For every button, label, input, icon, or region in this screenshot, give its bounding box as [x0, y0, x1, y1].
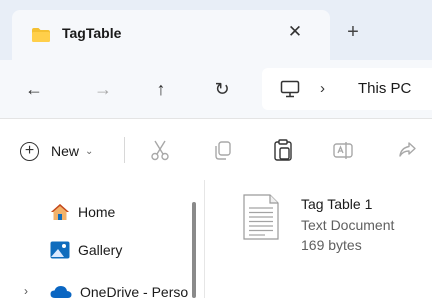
sidebar-item-home[interactable]: Home	[50, 200, 115, 224]
sidebar-item-label: Gallery	[78, 242, 123, 258]
up-button[interactable]: ↑	[150, 78, 172, 100]
sidebar-item-gallery[interactable]: Gallery	[50, 238, 122, 262]
file-type: Text Document	[301, 217, 395, 233]
rename-icon[interactable]	[332, 139, 354, 161]
close-tab-icon[interactable]: ✕	[284, 21, 306, 43]
tab-title: TagTable	[62, 25, 122, 41]
back-button[interactable]: ←	[23, 78, 45, 100]
this-pc-icon	[280, 80, 300, 98]
gallery-icon	[50, 241, 70, 259]
file-size: 169 bytes	[301, 237, 362, 253]
chevron-down-icon: ⌄	[85, 145, 94, 157]
navigation-bar: ← → ↑ ↻ › This PC	[0, 60, 432, 118]
refresh-button[interactable]: ↻	[211, 78, 233, 100]
address-location[interactable]: This PC	[358, 80, 411, 97]
text-document-icon	[243, 194, 279, 240]
paste-icon[interactable]	[272, 139, 294, 161]
forward-button[interactable]: →	[92, 78, 114, 100]
copy-icon[interactable]	[212, 139, 234, 161]
command-separator	[124, 137, 125, 163]
file-name: Tag Table 1	[301, 196, 373, 212]
chevron-right-icon[interactable]: ›	[24, 284, 28, 298]
share-icon[interactable]	[396, 139, 418, 161]
file-list: Tag Table 1 Text Document 169 bytes	[205, 180, 432, 298]
sidebar-scrollbar[interactable]	[192, 202, 196, 298]
sidebar-item-label: Home	[78, 204, 116, 220]
cut-icon[interactable]	[149, 139, 171, 161]
sidebar-item-onedrive[interactable]: OneDrive - Perso	[50, 280, 188, 298]
onedrive-icon	[50, 286, 72, 298]
tab-strip: TagTable ✕ +	[0, 0, 432, 60]
sidebar-item-label: OneDrive - Perso	[80, 284, 189, 298]
address-chevron-icon[interactable]: ›	[320, 80, 325, 97]
home-icon	[51, 204, 69, 220]
tab-tagtable[interactable]: TagTable ✕	[12, 10, 330, 60]
navigation-pane: Home Gallery › OneDrive - Perso	[0, 180, 205, 298]
address-bar[interactable]: › This PC	[262, 68, 432, 110]
new-label: New	[51, 143, 80, 159]
folder-icon	[32, 28, 50, 42]
new-tab-button[interactable]: +	[342, 21, 364, 43]
new-button[interactable]: + New ⌄	[20, 139, 93, 163]
plus-circle-icon: +	[20, 141, 39, 161]
command-bar: + New ⌄	[0, 118, 432, 180]
